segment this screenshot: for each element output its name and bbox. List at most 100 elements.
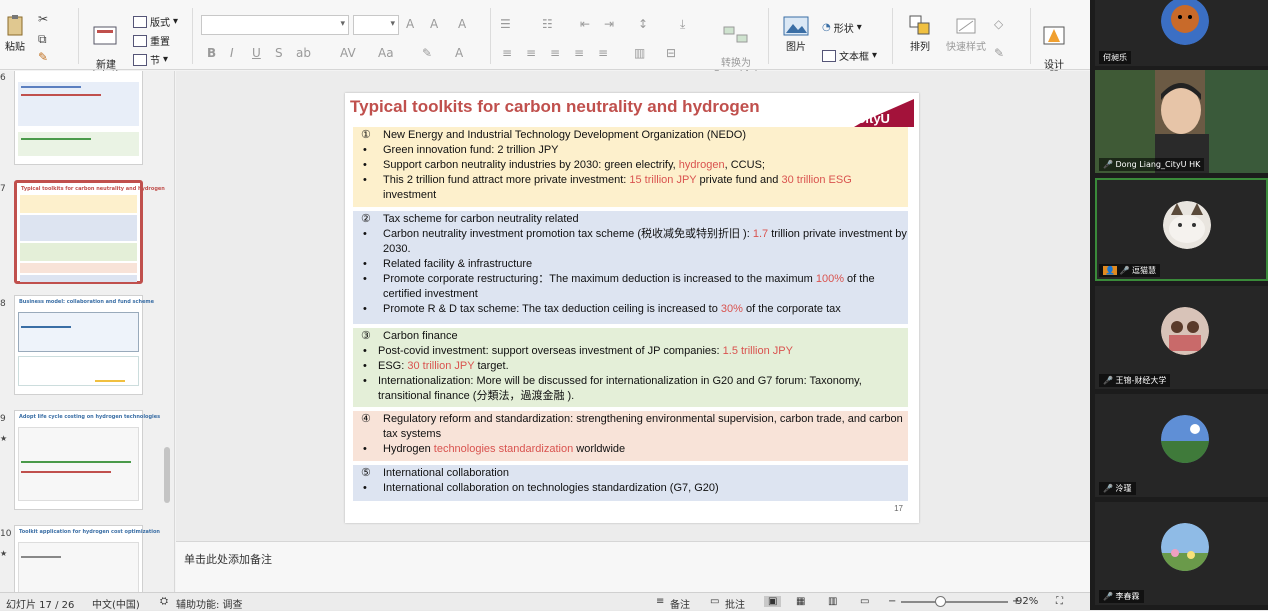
participant-name: 🎤 李春霖 (1099, 590, 1144, 603)
bold-icon[interactable]: B (207, 46, 216, 60)
textbox-icon (822, 49, 836, 62)
increase-font-icon[interactable]: A (406, 17, 414, 31)
align-center-icon[interactable]: ≡ (526, 46, 536, 60)
bullets-icon[interactable]: ☰ (500, 17, 511, 31)
notes-pane[interactable]: 单击此处添加备注 (176, 541, 1090, 592)
bullet-text: Post-covid investment: support overseas … (378, 345, 723, 357)
accessibility-status[interactable]: 辅助功能: 调查 (176, 596, 243, 611)
current-slide[interactable]: Typical toolkits for carbon neutrality a… (345, 93, 919, 523)
bullet-text: ESG: (378, 360, 408, 372)
shape-outline-icon[interactable]: ✎ (994, 46, 1004, 60)
reading-view-icon[interactable]: ▥ (828, 596, 837, 607)
slide-thumbnail[interactable]: Business model: collaboration and fund s… (14, 295, 154, 395)
columns-icon[interactable]: ▥ (634, 46, 645, 60)
clear-format-icon[interactable]: A (458, 17, 466, 31)
section-button[interactable]: 节 ▾ (133, 52, 168, 67)
font-size-combo[interactable] (353, 15, 399, 35)
bullet-text: This 2 trillion fund attract more privat… (383, 174, 630, 186)
quick-styles-button[interactable]: 快速样式 (944, 14, 988, 53)
comments-toggle[interactable]: 批注 (725, 596, 745, 611)
textbox-label: 文本框 (839, 52, 869, 63)
bullet-text: investment (383, 189, 437, 201)
text-direction-icon[interactable]: ⤓ (680, 17, 685, 32)
slide-title: Typical toolkits for carbon neutrality a… (350, 97, 760, 116)
reset-button[interactable]: 重置 (133, 33, 170, 48)
cityu-logo: CityU (854, 99, 914, 127)
participant-tile-active[interactable]: 👤 🎤 逗猫慧 (1095, 178, 1268, 281)
fit-slide-icon[interactable]: ⛶ (1056, 596, 1063, 607)
slide-thumbnail[interactable]: Adopt life cycle costing on hydrogen tec… (14, 410, 160, 510)
bullet-text: Promote R & D tax scheme: The tax deduct… (383, 303, 721, 315)
clipboard-icon (7, 15, 23, 36)
decrease-font-icon[interactable]: A (430, 17, 438, 31)
section-heading-text: Regulatory reform and standardization: s… (383, 413, 903, 440)
cut-icon[interactable]: ✂ (38, 12, 48, 26)
normal-view-icon[interactable]: ▣ (764, 596, 782, 607)
highlight-icon[interactable]: ✎ (422, 46, 432, 60)
zoom-slider[interactable] (901, 601, 1008, 603)
font-family-combo[interactable] (201, 15, 349, 35)
increase-indent-icon[interactable]: ⇥ (604, 17, 614, 31)
align-text-icon[interactable]: ⊟ (666, 46, 676, 60)
zoom-out-icon[interactable]: − (888, 596, 896, 607)
layout-button[interactable]: 版式 ▾ (133, 14, 178, 29)
participant-tile[interactable]: 🎤 王锦-财经大学 (1095, 286, 1268, 389)
thumb-number: 8 (0, 299, 6, 309)
section-number: ① (361, 129, 371, 141)
font-color-icon[interactable]: A (455, 46, 463, 60)
strikethrough-icon[interactable]: ab (296, 46, 311, 60)
paste-button[interactable]: 粘贴 (4, 14, 26, 53)
arrange-button[interactable]: 排列 (900, 14, 940, 53)
shape-fill-icon[interactable]: ◇ (994, 17, 1003, 31)
svg-text:CityU: CityU (856, 111, 890, 126)
notes-icon[interactable]: ≡ (656, 596, 664, 607)
reset-label: 重置 (150, 37, 170, 48)
justify-icon[interactable]: ≡ (574, 46, 584, 60)
zoom-slider-handle[interactable] (935, 596, 946, 607)
participant-tile[interactable]: 🎤 李春霖 (1095, 502, 1268, 605)
slide-thumbnail-selected[interactable]: Typical toolkits for carbon neutrality a… (14, 180, 165, 284)
shape-label: 形状 (833, 24, 854, 35)
picture-button[interactable]: 图片 (776, 16, 816, 53)
zoom-level[interactable]: 92% (1016, 596, 1038, 607)
comments-icon[interactable]: ▭ (710, 596, 719, 607)
picture-label: 图片 (786, 42, 806, 53)
thumbnail-scrollbar[interactable] (164, 447, 170, 503)
slide-section: ② Tax scheme for carbon neutrality relate… (353, 211, 908, 324)
textbox-button[interactable]: 文本框 ▾ (822, 48, 877, 63)
slide-thumbnail[interactable]: Toolkit application for hydrogen cost op… (14, 525, 160, 592)
language-indicator[interactable]: 中文(中国) (92, 596, 140, 611)
change-case-icon[interactable]: Aa (378, 46, 394, 60)
format-painter-icon[interactable]: ✎ (38, 50, 48, 64)
copy-icon[interactable]: ⧉ (38, 32, 47, 47)
italic-icon[interactable]: I (230, 46, 234, 60)
char-spacing-icon[interactable]: AV (340, 46, 356, 60)
bullet-item: This 2 trillion fund attract more privat… (353, 173, 908, 203)
decrease-indent-icon[interactable]: ⇤ (580, 17, 590, 31)
bullet-text: Related facility & infrastructure (383, 258, 533, 270)
video-participants-panel: 何昶乐 🎤 Dong Liang_CityU HK 👤 🎤 逗猫慧 🎤 王锦-财… (1090, 0, 1268, 610)
shadow-icon[interactable]: S (275, 46, 283, 60)
accessibility-icon[interactable]: ⛭ (160, 596, 168, 607)
notes-placeholder: 单击此处添加备注 (184, 553, 272, 566)
sorter-view-icon[interactable]: ▦ (796, 596, 805, 607)
notes-toggle[interactable]: 备注 (670, 596, 690, 611)
line-spacing-icon[interactable]: ↕ (638, 17, 648, 31)
participant-tile[interactable]: 何昶乐 (1095, 0, 1268, 66)
bullet-item: Promote R & D tax scheme: The tax deduct… (353, 302, 908, 317)
bullet-text: target. (474, 360, 509, 372)
section-icon (133, 53, 147, 66)
slideshow-icon[interactable]: ▭ (860, 596, 869, 607)
numbering-icon[interactable]: ☷ (542, 17, 553, 31)
participant-tile[interactable]: 🎤 泠瑾 (1095, 394, 1268, 497)
thumb-number: 7 (0, 184, 6, 194)
slide-thumbnail[interactable] (14, 71, 143, 165)
animation-star-icon: ★ (0, 549, 8, 558)
distribute-icon[interactable]: ≡ (598, 46, 608, 60)
shape-button[interactable]: ◔ 形状 ▾ (822, 20, 862, 35)
underline-icon[interactable]: U (252, 46, 261, 60)
align-right-icon[interactable]: ≡ (550, 46, 560, 60)
align-left-icon[interactable]: ≡ (502, 46, 512, 60)
participant-tile[interactable]: 🎤 Dong Liang_CityU HK (1095, 70, 1268, 173)
picture-icon (783, 16, 809, 36)
